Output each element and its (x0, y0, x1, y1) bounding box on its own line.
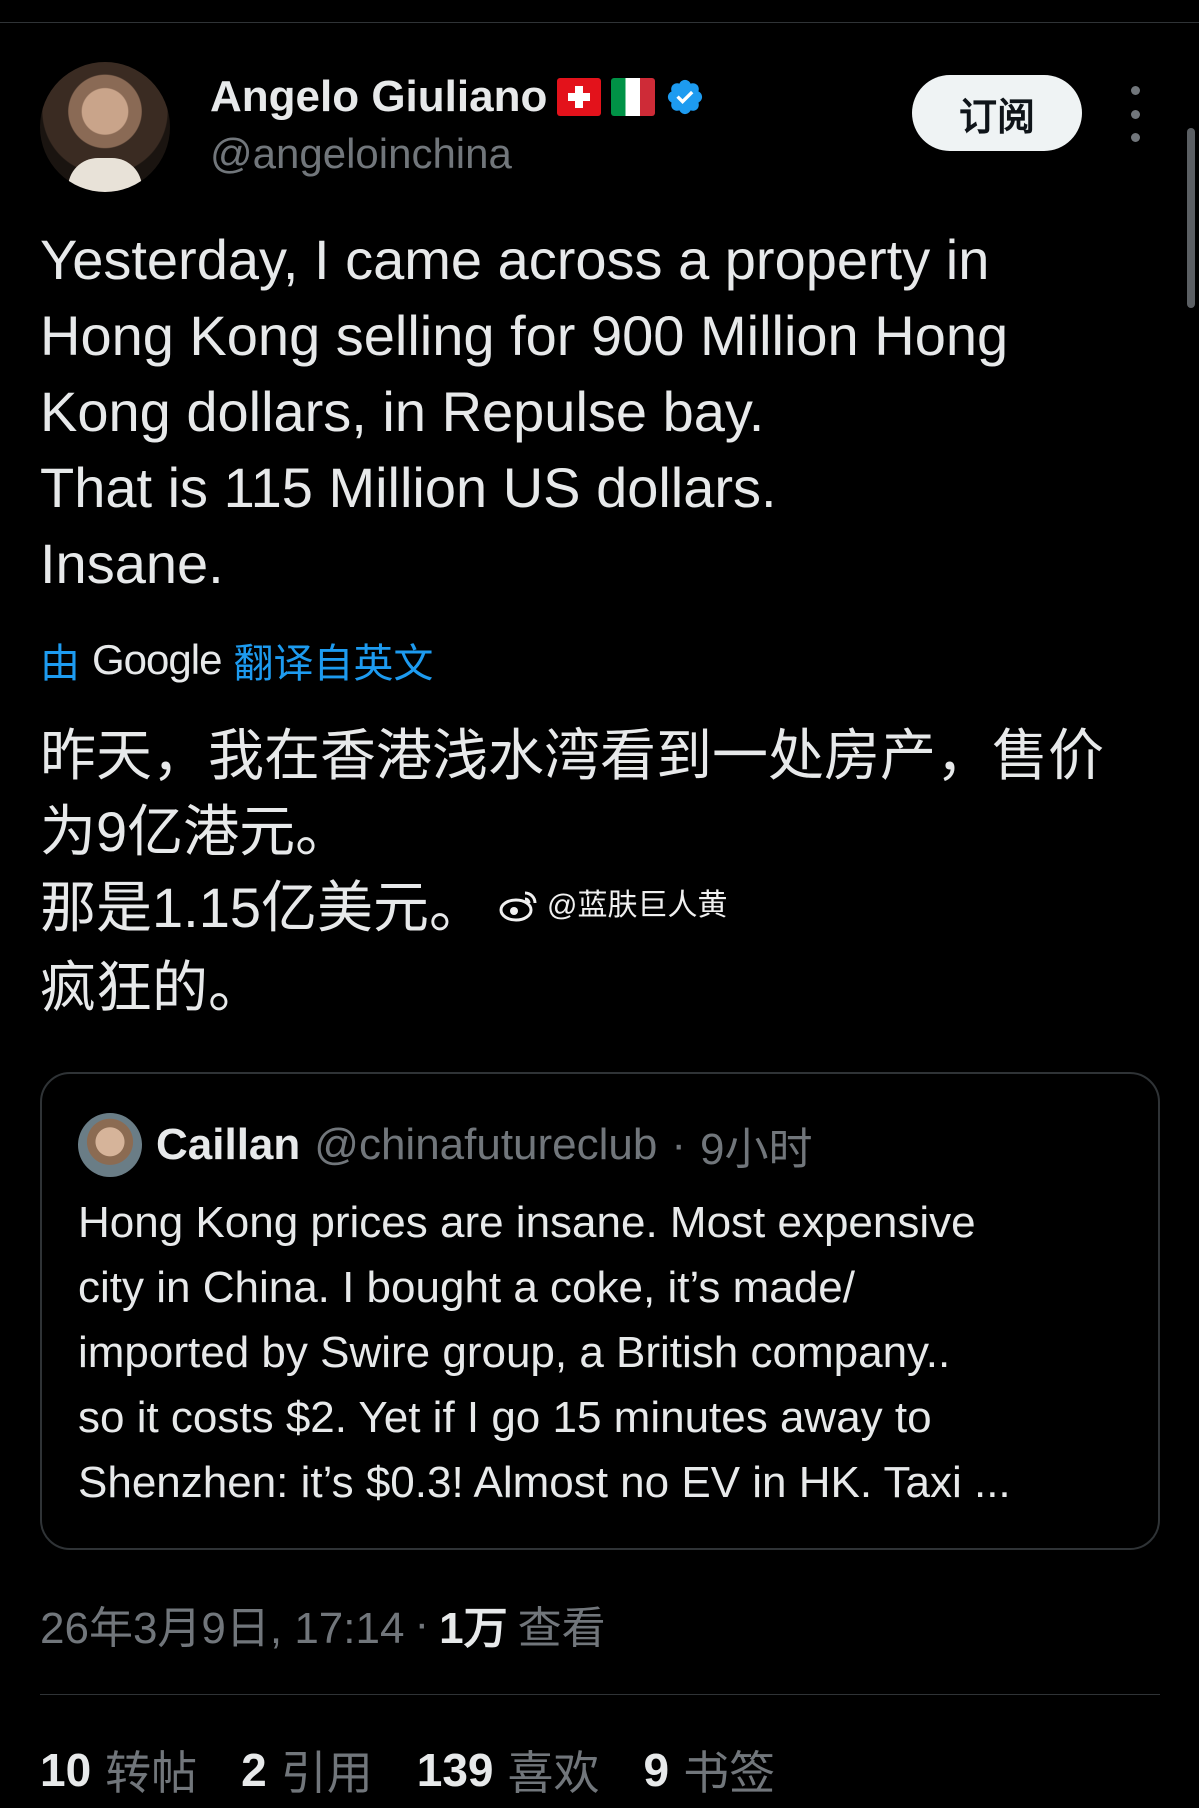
translation-suffix[interactable]: 翻译自英文 (233, 631, 433, 689)
tweet-text: Yesterday, I came across a property in H… (40, 222, 1160, 602)
meta-separator: · (414, 1599, 430, 1648)
tweet-text-line: Yesterday, I came across a property in (40, 228, 990, 291)
quoted-tweet-header: Caillan @chinafutureclub · 9小时 (78, 1112, 813, 1178)
avatar[interactable] (40, 62, 170, 192)
reposts-stat[interactable]: 10 转帖 (40, 1737, 197, 1803)
translated-text-line: 昨天，我在香港浅水湾看到一处房产，售价 (40, 724, 1104, 787)
italy-flag-icon (611, 78, 656, 116)
quoted-time: 9小时 (700, 1125, 813, 1174)
quoted-display-name: Caillan (156, 1120, 301, 1169)
quoted-text-line: city in China. I bought a coke, it’s mad… (78, 1263, 855, 1312)
tweet-meta: 26年3月9日, 17:14 · 1万 查看 (40, 1592, 606, 1656)
quoted-text-line: Hong Kong prices are insane. Most expens… (78, 1198, 976, 1247)
quoted-separator: · (671, 1120, 687, 1169)
tweet-timestamp[interactable]: 26年3月9日, 17:14 (40, 1592, 404, 1656)
verified-badge-icon[interactable] (665, 77, 705, 117)
bookmarks-stat[interactable]: 9 书签 (644, 1737, 776, 1803)
more-options-icon[interactable] (1122, 86, 1148, 142)
quotes-count: 2 (241, 1744, 267, 1796)
quotes-label: 引用 (280, 1747, 373, 1799)
quoted-avatar (78, 1113, 142, 1177)
tweet-text-line: That is 115 Million US dollars. (40, 456, 777, 519)
translation-attribution[interactable]: 由 Google 翻译自英文 (40, 630, 433, 690)
translation-prefix: 由 (40, 642, 80, 686)
swiss-flag-icon (557, 78, 602, 116)
tweet-text-line: Hong Kong selling for 900 Million Hong (40, 304, 1009, 367)
translated-text-line: 疯狂的。 (40, 956, 264, 1020)
translated-text-line: 那是1.15亿美元。 @蓝肤巨人黄 (40, 870, 1170, 950)
bookmarks-count: 9 (643, 1744, 670, 1796)
views-label: 查看 (517, 1604, 606, 1653)
watermark-text: @蓝肤巨人黄 (547, 889, 728, 923)
quoted-tweet-text: Hong Kong prices are insane. Most expens… (78, 1190, 1138, 1515)
likes-count: 139 (416, 1744, 494, 1796)
likes-label: 喜欢 (507, 1747, 600, 1799)
bookmarks-label: 书签 (683, 1747, 776, 1799)
tweet-text-line: Insane. (40, 532, 224, 595)
quotes-stat[interactable]: 2 引用 (241, 1737, 373, 1803)
author-handle[interactable]: @angeloinchina (210, 130, 512, 178)
engagement-stats: 10 转帖 2 引用 139 喜欢 9 书签 (40, 1738, 775, 1802)
reposts-label: 转帖 (105, 1747, 198, 1799)
weibo-icon (499, 891, 537, 922)
divider (40, 1694, 1160, 1695)
quoted-handle: @chinafutureclub (314, 1120, 658, 1169)
quoted-tweet-card[interactable]: Caillan @chinafutureclub · 9小时 Hong Kong… (40, 1072, 1160, 1550)
top-divider (0, 22, 1199, 23)
tweet-text-line: Kong dollars, in Repulse bay. (40, 380, 765, 443)
author-display-name[interactable]: Angelo Giuliano (210, 72, 547, 122)
translated-text-line: 为9亿港元。 (40, 800, 352, 863)
author-name-row: Angelo Giuliano (210, 72, 705, 122)
subscribe-button[interactable]: 订阅 (912, 75, 1082, 151)
quoted-text-line: imported by Swire group, a British compa… (78, 1328, 951, 1377)
translated-text-line-content: 那是1.15亿美元。 (40, 876, 485, 939)
reposts-count: 10 (40, 1744, 92, 1796)
views-count: 1万 (439, 1604, 508, 1653)
scrollbar[interactable] (1187, 128, 1195, 308)
likes-stat[interactable]: 139 喜欢 (417, 1737, 600, 1803)
tweet-header: Angelo Giuliano @angeloinchina 订阅 (40, 60, 1160, 200)
google-logo: Google (92, 636, 222, 683)
quoted-text-line: so it costs $2. Yet if I go 15 minutes a… (78, 1393, 932, 1442)
translated-text: 昨天，我在香港浅水湾看到一处房产，售价 为9亿港元。 那是1.15亿美元。 @蓝肤… (40, 718, 1170, 1026)
quoted-text-line: Shenzhen: it’s $0.3! Almost no EV in HK.… (78, 1458, 1011, 1507)
weibo-watermark: @蓝肤巨人黄 (499, 868, 727, 944)
